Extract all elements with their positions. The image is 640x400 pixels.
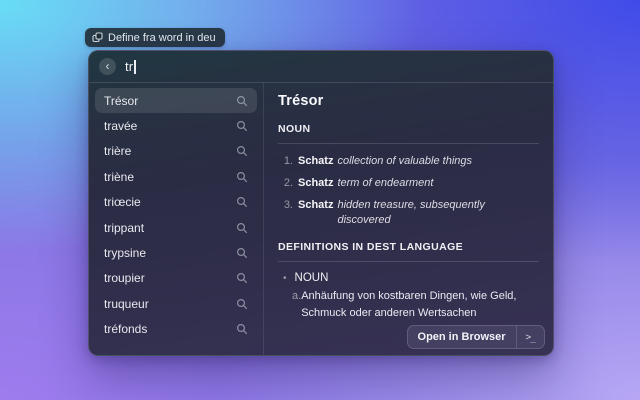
word-label: troupier [104,271,145,286]
back-button[interactable]: ‹ [99,58,116,75]
word-label: trière [104,144,132,159]
list-item-trypsine[interactable]: trypsine [95,240,257,265]
section-divider [278,261,539,263]
dest-definition-item: a. Anhäufung von kostbaren Dingen, wie G… [278,288,539,321]
dest-definition-text: Anhäufung von kostbaren Dingen, wie Geld… [301,290,517,319]
definition-item: 2. Schatz term of endearment [278,176,539,191]
definition-term: Schatz [298,176,334,189]
search-icon [236,197,247,208]
word-label: trippant [104,220,145,235]
dest-definition-prefix: a. [292,290,302,303]
pos-section-header: NOUN [278,123,311,135]
dest-section-header: DEFINITIONS IN DEST LANGUAGE [278,241,464,254]
dest-pos-label: NOUN [294,272,329,285]
search-icon [236,171,247,182]
list-item-trippant[interactable]: trippant [95,215,257,240]
word-label: triène [104,169,135,184]
word-list: Trésor travée trière triène triœcie trip… [89,83,264,355]
word-label: trypsine [104,246,147,261]
search-bar: ‹ tr [89,51,553,83]
list-item-truqueur[interactable]: truqueur [95,291,257,316]
definition-term: Schatz [298,198,334,211]
definition-text: hidden treasure, subsequently discovered [337,198,485,226]
definition-number: 3. [283,198,293,211]
search-icon [236,121,247,132]
list-item-trefonds[interactable]: tréfonds [95,317,257,342]
dictionary-window: ‹ tr Trésor travée trière triène triœcie… [88,50,554,356]
definition-text: term of endearment [337,176,434,189]
open-in-browser-button[interactable]: Open in Browser >_ [406,325,545,349]
search-input[interactable]: tr [125,59,133,74]
list-item-triene[interactable]: triène [95,164,257,189]
section-divider [278,143,539,144]
word-label: travée [104,119,138,134]
search-icon [236,222,247,233]
word-label: Trésor [104,93,139,108]
list-item-travee[interactable]: travée [95,113,257,138]
list-item-triere[interactable]: trière [95,139,257,164]
search-icon [236,248,247,259]
search-icon [236,298,247,309]
definition-number: 1. [283,155,293,167]
search-icon [236,95,247,106]
command-badge[interactable]: Define fra word in deu [85,28,225,47]
text-cursor [134,59,136,74]
search-icon [236,273,247,284]
definition-item: 1. Schatz collection of valuable things [278,154,539,169]
enter-key-icon: >_ [525,331,536,343]
detail-panel: Trésor NOUN 1. Schatz collection of valu… [264,83,553,355]
back-icon: ‹ [105,58,110,73]
definition-number: 2. [283,176,293,189]
list-item-troupier[interactable]: troupier [95,266,257,291]
open-in-browser-label: Open in Browser [417,331,506,343]
dest-pos-row: • NOUN [278,272,539,284]
word-label: tréfonds [104,322,148,337]
definition-term: Schatz [298,155,334,167]
definition-text: collection of valuable things [337,155,472,167]
page-title: Trésor [278,93,324,109]
word-label: triœcie [104,195,141,210]
list-item-trioecie[interactable]: triœcie [95,190,257,215]
list-item-tresor[interactable]: Trésor [95,88,257,114]
badge-label: Define fra word in deu [108,31,216,44]
bullet-icon: • [283,273,287,285]
search-icon [236,146,247,157]
word-label: truqueur [104,296,149,311]
extension-icon [92,32,103,43]
search-icon [236,324,247,335]
definition-item: 3. Schatz hidden treasure, subsequently … [278,198,539,228]
